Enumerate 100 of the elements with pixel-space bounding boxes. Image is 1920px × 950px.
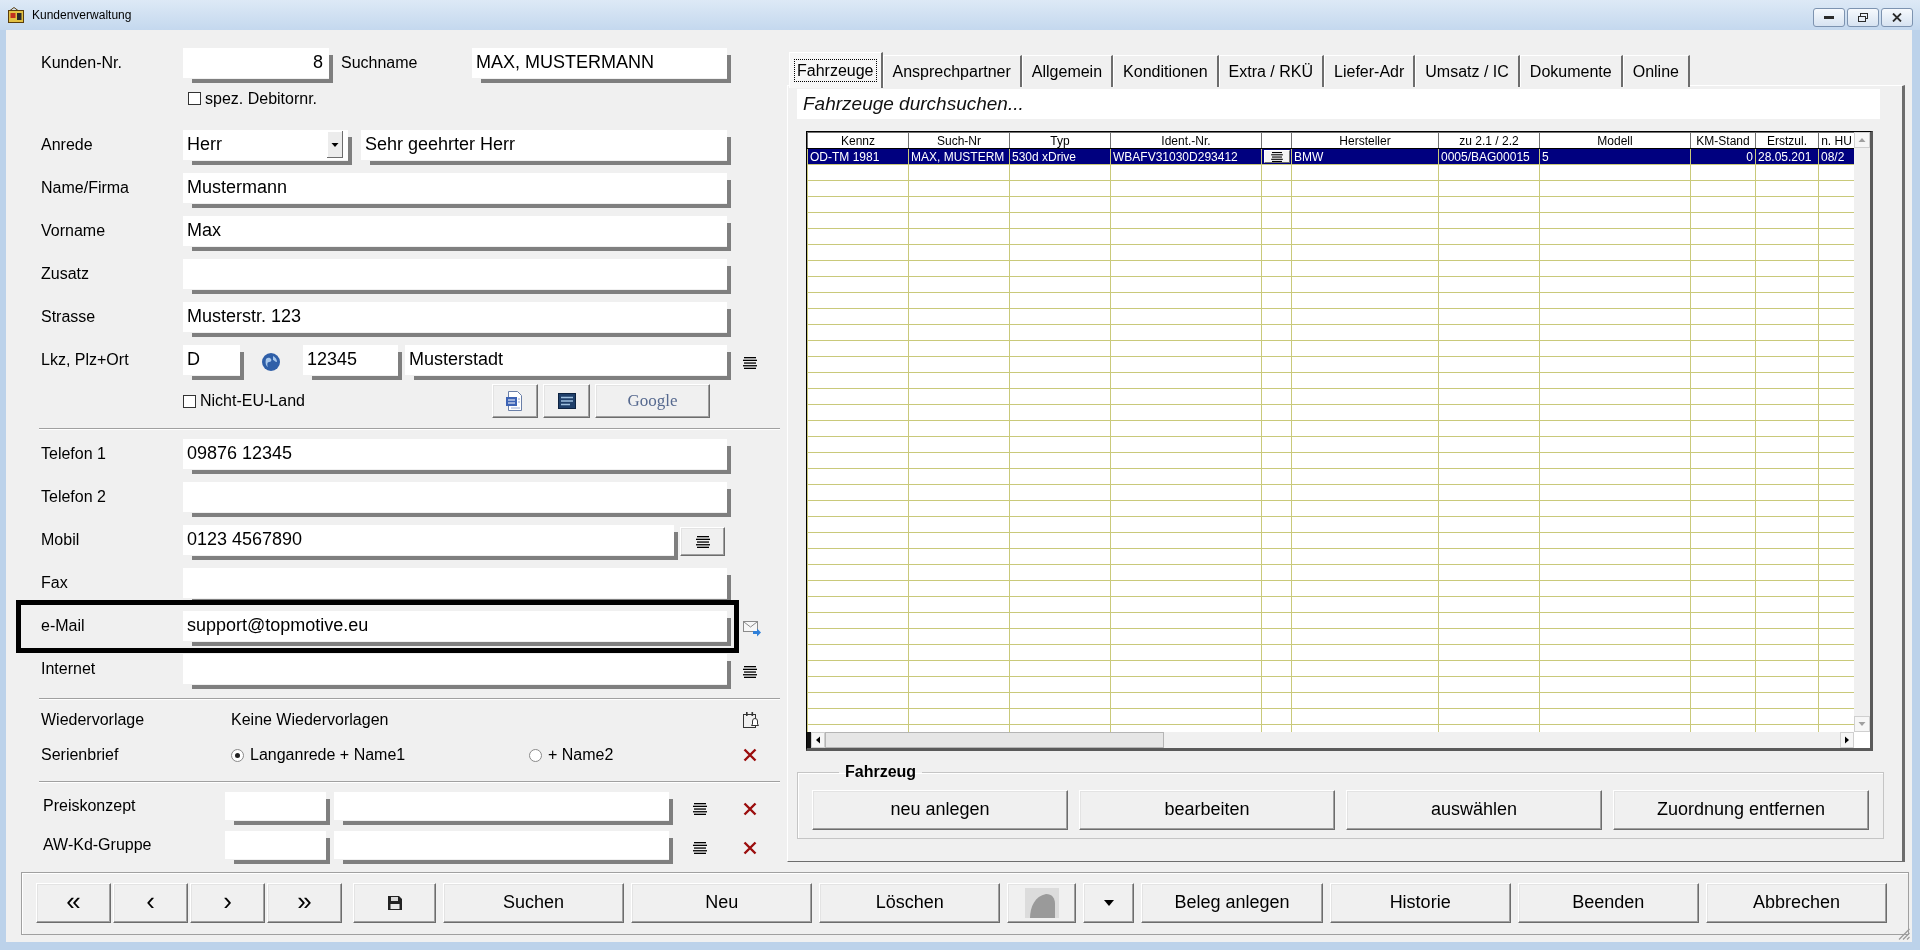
- caret-icon: [327, 131, 343, 158]
- tab[interactable]: Extra / RKÜ: [1218, 55, 1325, 87]
- resize-grip-icon[interactable]: [1898, 928, 1910, 940]
- calendar-icon[interactable]: [743, 712, 759, 728]
- text-field[interactable]: 09876 12345: [183, 439, 731, 474]
- caret-icon: [1103, 900, 1114, 906]
- dropdown-field[interactable]: Herr: [183, 130, 352, 165]
- checkbox[interactable]: [188, 92, 201, 106]
- text-field[interactable]: D: [183, 345, 244, 380]
- mail-icon[interactable]: [743, 620, 761, 637]
- text-field[interactable]: [225, 831, 330, 864]
- save-icon: [387, 896, 402, 910]
- app-icon: [8, 7, 24, 23]
- search-field[interactable]: Fahrzeuge durchsuchen...: [797, 89, 1880, 119]
- tab[interactable]: Online: [1622, 55, 1690, 87]
- list-button[interactable]: [1263, 150, 1290, 163]
- globe-icon[interactable]: [262, 353, 280, 371]
- action-button[interactable]: auswählen: [1346, 790, 1602, 830]
- close-button[interactable]: [1881, 8, 1913, 27]
- nav-button[interactable]: »: [267, 883, 342, 923]
- text-field[interactable]: Musterstr. 123: [183, 302, 731, 337]
- window-title: Kundenverwaltung: [32, 7, 132, 23]
- delete-icon[interactable]: [743, 801, 757, 816]
- stack-button[interactable]: [543, 384, 590, 418]
- document-icon: [505, 391, 525, 411]
- text-field[interactable]: [334, 792, 673, 825]
- restore-button[interactable]: [1847, 8, 1879, 27]
- list-icon[interactable]: [743, 665, 757, 678]
- horizontal-scrollbar[interactable]: [807, 732, 1854, 748]
- save-button[interactable]: [353, 883, 436, 923]
- toolbar-button[interactable]: Neu: [631, 883, 813, 923]
- map-button[interactable]: Google: [595, 384, 710, 418]
- column-header: Such-Nr: [908, 132, 1010, 149]
- dropdown-button[interactable]: [1083, 883, 1135, 923]
- text-field[interactable]: [334, 831, 673, 864]
- tab[interactable]: Fahrzeuge: [789, 52, 883, 88]
- field-label: Suchname: [340, 53, 419, 73]
- tab[interactable]: Allgemein: [1021, 55, 1114, 87]
- text-field[interactable]: [183, 259, 731, 294]
- table-cell: BMW: [1291, 148, 1439, 165]
- text-field[interactable]: support@topmotive.eu: [183, 611, 731, 646]
- close-icon: [1892, 13, 1902, 22]
- image-button[interactable]: [1007, 883, 1077, 923]
- tab[interactable]: Dokumente: [1519, 55, 1623, 87]
- toolbar-button[interactable]: Suchen: [443, 883, 625, 923]
- checkbox-label[interactable]: spez. Debitornr.: [205, 89, 318, 109]
- scroll-right-icon[interactable]: [1840, 732, 1854, 748]
- text-field[interactable]: [225, 792, 330, 825]
- list-icon[interactable]: [693, 841, 707, 854]
- table-cell: OD-TM 1981: [807, 148, 909, 165]
- radio-label[interactable]: + Name2: [548, 745, 614, 765]
- list-icon: [1270, 151, 1283, 162]
- text-field[interactable]: Max: [183, 216, 731, 251]
- text-field[interactable]: 12345: [303, 345, 402, 380]
- group-title: Fahrzeug: [844, 764, 918, 780]
- document-button[interactable]: [492, 384, 538, 418]
- field-label: Mobil: [40, 530, 81, 550]
- number-field[interactable]: 8: [183, 48, 333, 83]
- list-icon[interactable]: [693, 802, 707, 815]
- toolbar-button[interactable]: Beenden: [1517, 883, 1699, 923]
- toolbar-button[interactable]: Historie: [1329, 883, 1511, 923]
- field-label: Kunden-Nr.: [40, 53, 123, 73]
- delete-icon[interactable]: [743, 840, 757, 855]
- action-button[interactable]: neu anlegen: [812, 790, 1068, 830]
- nav-button[interactable]: ‹: [113, 883, 188, 923]
- radio-button[interactable]: [529, 748, 542, 762]
- field-label: e-Mail: [40, 616, 86, 636]
- tab[interactable]: Liefer-Adr: [1324, 55, 1416, 87]
- action-button[interactable]: Zuordnung entfernen: [1613, 790, 1869, 830]
- scroll-left-icon[interactable]: [811, 732, 825, 748]
- tab[interactable]: Konditionen: [1113, 55, 1219, 87]
- checkbox[interactable]: [183, 394, 196, 408]
- text-field[interactable]: [183, 654, 731, 689]
- scroll-thumb[interactable]: [825, 732, 1164, 748]
- text-field[interactable]: Mustermann: [183, 173, 731, 208]
- toolbar-button[interactable]: Löschen: [819, 883, 1001, 923]
- nav-button[interactable]: «: [36, 883, 111, 923]
- text-field[interactable]: [183, 482, 731, 517]
- delete-icon[interactable]: [743, 748, 757, 762]
- table-cell: 530d xDrive: [1009, 148, 1111, 165]
- field-label: Strasse: [40, 307, 97, 327]
- text-field[interactable]: 0123 4567890: [183, 525, 678, 560]
- tab[interactable]: Umsatz / IC: [1415, 55, 1520, 87]
- checkbox-label[interactable]: Nicht-EU-Land: [200, 391, 305, 411]
- radio-label[interactable]: Langanrede + Name1: [250, 745, 406, 765]
- radio-button[interactable]: [231, 748, 244, 762]
- list-icon[interactable]: [743, 356, 757, 369]
- action-button[interactable]: bearbeiten: [1079, 790, 1335, 830]
- text-field[interactable]: MAX, MUSTERMANN: [472, 48, 731, 83]
- restore-icon: [1858, 13, 1868, 22]
- minimize-button[interactable]: [1813, 8, 1845, 27]
- nav-button[interactable]: ›: [190, 883, 265, 923]
- toolbar-button[interactable]: Abbrechen: [1705, 883, 1887, 923]
- tab[interactable]: Ansprechpartner: [882, 55, 1022, 87]
- text-field[interactable]: Sehr geehrter Herr: [361, 130, 731, 165]
- text-field[interactable]: Musterstadt: [405, 345, 731, 380]
- field-label: Serienbrief: [40, 745, 120, 765]
- list-button[interactable]: [680, 527, 725, 556]
- field-label: Preiskonzept: [42, 796, 137, 816]
- toolbar-button[interactable]: Beleg anlegen: [1141, 883, 1323, 923]
